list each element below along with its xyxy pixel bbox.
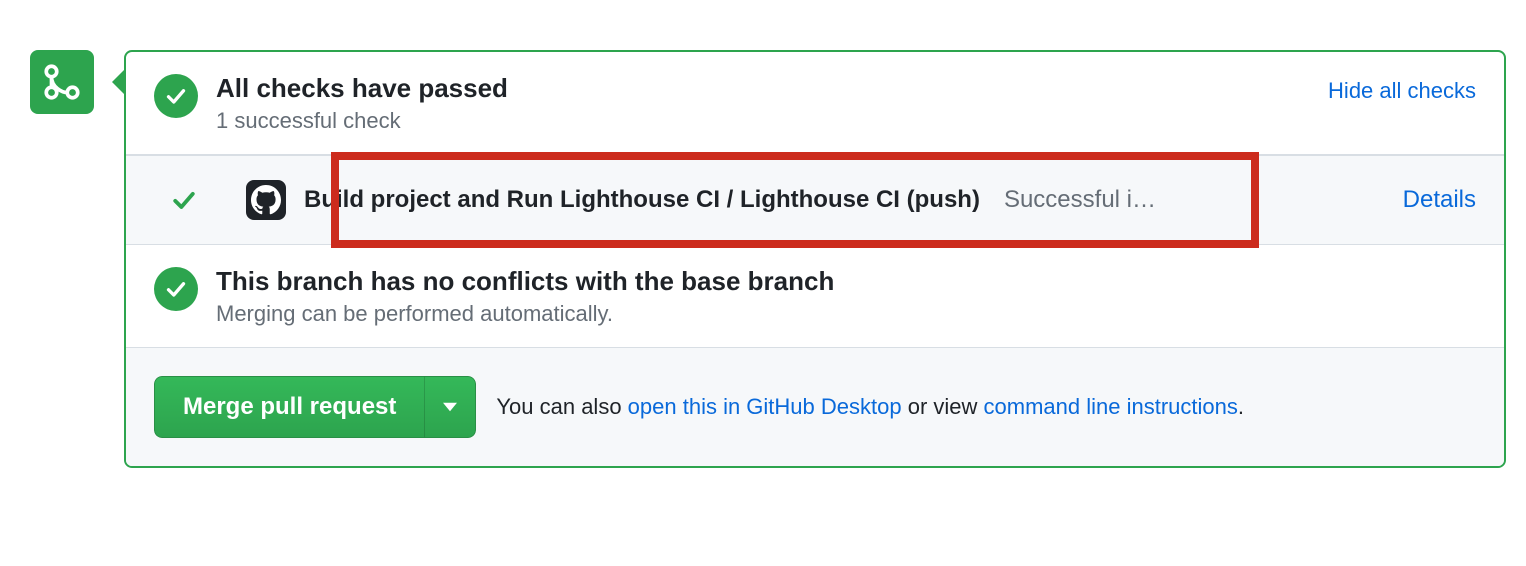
check-run-name[interactable]: Build project and Run Lighthouse CI / Li… [304,186,980,214]
checks-summary-section: All checks have passed 1 successful chec… [126,52,1504,155]
check-details-link[interactable]: Details [1379,186,1476,214]
toggle-checks-link[interactable]: Hide all checks [1328,78,1476,104]
check-success-icon [154,74,198,118]
merge-badge-icon [30,50,94,114]
checks-subtitle: 1 successful check [216,108,1312,134]
command-line-link[interactable]: command line instructions [984,394,1238,419]
help-text-middle: or view [902,394,984,419]
conflicts-title: This branch has no conflicts with the ba… [216,265,1476,299]
check-pass-icon [170,186,198,214]
open-desktop-link[interactable]: open this in GitHub Desktop [628,394,902,419]
github-actions-icon [246,180,286,220]
checks-title: All checks have passed [216,72,1312,106]
conflicts-subtitle: Merging can be performed automatically. [216,301,1476,327]
merge-options-dropdown[interactable] [424,376,476,438]
merge-footer: Merge pull request You can also open thi… [126,348,1504,466]
help-text-prefix: You can also [496,394,627,419]
check-run-status: Successful i… [1004,186,1156,214]
conflict-success-icon [154,267,198,311]
merge-help-text: You can also open this in GitHub Desktop… [496,394,1244,420]
merge-pull-request-button[interactable]: Merge pull request [154,376,424,438]
badge-pointer [112,68,126,96]
merge-status-box: All checks have passed 1 successful chec… [124,50,1506,468]
merge-button-group: Merge pull request [154,376,476,438]
conflicts-section: This branch has no conflicts with the ba… [126,245,1504,348]
check-run-row: Build project and Run Lighthouse CI / Li… [126,155,1504,245]
help-text-suffix: . [1238,394,1244,419]
